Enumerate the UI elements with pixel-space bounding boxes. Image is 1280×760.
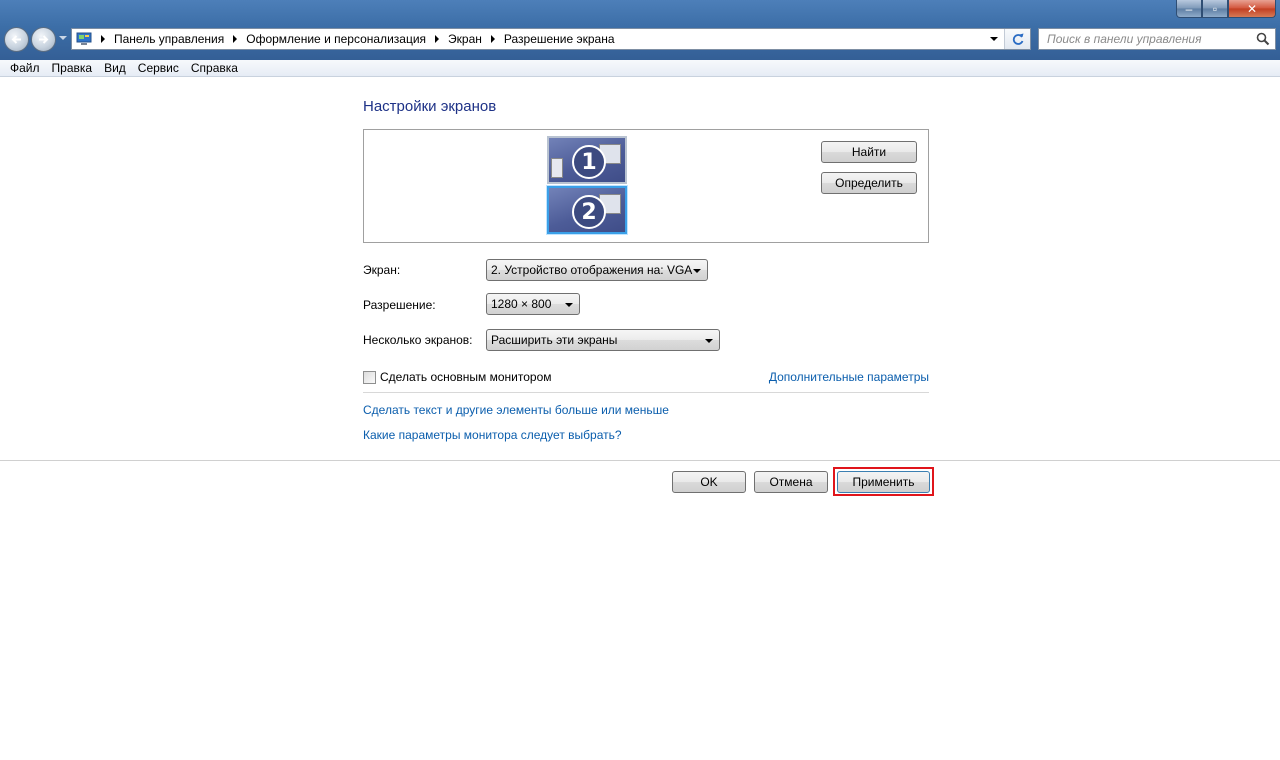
menu-help[interactable]: Справка: [185, 60, 244, 76]
menu-view[interactable]: Вид: [98, 60, 132, 76]
refresh-button[interactable]: [1004, 29, 1030, 49]
chevron-down-icon: [705, 339, 713, 343]
resolution-label: Разрешение:: [363, 298, 436, 312]
display-select-value: 2. Устройство отображения на: VGA: [491, 263, 693, 277]
identify-button[interactable]: Определить: [821, 172, 917, 194]
divider: [363, 392, 929, 393]
menu-bar: Файл Правка Вид Сервис Справка: [0, 60, 1280, 77]
search-icon[interactable]: [1256, 32, 1270, 46]
page-title: Настройки экранов: [363, 98, 497, 115]
ok-button[interactable]: OK: [672, 471, 746, 493]
close-icon: ✕: [1246, 1, 1258, 16]
breadcrumb-separator[interactable]: [490, 35, 495, 43]
chevron-down-icon: [693, 269, 701, 273]
which-settings-link[interactable]: Какие параметры монитора следует выбрать…: [363, 428, 622, 442]
menu-edit[interactable]: Правка: [46, 60, 99, 76]
breadcrumb-control-panel[interactable]: Панель управления: [114, 32, 224, 46]
breadcrumb-separator[interactable]: [101, 35, 105, 43]
forward-button[interactable]: [31, 27, 56, 52]
arrow-left-icon: [11, 35, 21, 44]
multiple-displays-select[interactable]: Расширить эти экраны: [486, 329, 720, 351]
breadcrumb-appearance[interactable]: Оформление и персонализация: [246, 32, 426, 46]
minimize-icon: ‒: [1185, 1, 1193, 16]
find-button[interactable]: Найти: [821, 141, 917, 163]
restore-icon: ▫: [1212, 1, 1218, 16]
make-main-monitor-option[interactable]: Сделать основным монитором: [363, 370, 552, 384]
refresh-icon: [1012, 33, 1023, 45]
recent-pages-dropdown[interactable]: [59, 36, 67, 40]
monitor-number: 2: [572, 195, 606, 229]
breadcrumb-separator[interactable]: [435, 35, 440, 43]
text-size-link[interactable]: Сделать текст и другие элементы больше и…: [363, 403, 669, 417]
back-button[interactable]: [4, 27, 29, 52]
resolution-select-value: 1280 × 800: [491, 297, 552, 311]
minimize-button[interactable]: ‒: [1176, 0, 1202, 18]
monitor-number: 1: [572, 145, 606, 179]
multiple-displays-select-value: Расширить эти экраны: [491, 333, 618, 347]
address-history-dropdown[interactable]: [986, 29, 1002, 49]
chevron-down-icon: [565, 303, 573, 307]
breadcrumb-separator[interactable]: [233, 35, 238, 43]
control-panel-icon: [76, 32, 92, 46]
footer-divider: [0, 460, 1280, 461]
display-select[interactable]: 2. Устройство отображения на: VGA: [486, 259, 708, 281]
resolution-select[interactable]: 1280 × 800: [486, 293, 580, 315]
apply-button[interactable]: Применить: [837, 471, 930, 493]
maximize-button[interactable]: ▫: [1202, 0, 1228, 18]
cancel-button[interactable]: Отмена: [754, 471, 828, 493]
address-bar[interactable]: Панель управления Оформление и персонали…: [71, 28, 1031, 50]
search-box[interactable]: Поиск в панели управления: [1038, 28, 1276, 50]
make-main-monitor-label[interactable]: Сделать основным монитором: [380, 370, 552, 384]
search-placeholder: Поиск в панели управления: [1047, 32, 1202, 46]
arrow-right-icon: [39, 35, 49, 44]
make-main-monitor-checkbox[interactable]: [363, 370, 376, 384]
breadcrumb-screen-resolution[interactable]: Разрешение экрана: [504, 32, 615, 46]
multiple-displays-label: Несколько экранов:: [363, 333, 473, 347]
display-label: Экран:: [363, 263, 401, 277]
close-button[interactable]: ✕: [1228, 0, 1276, 18]
breadcrumb-display[interactable]: Экран: [448, 32, 482, 46]
window-titlebar: Панель управления Оформление и персонали…: [0, 0, 1280, 60]
menu-file[interactable]: Файл: [0, 60, 46, 76]
monitor-1-tile[interactable]: 1: [547, 136, 627, 184]
monitor-2-tile[interactable]: 2: [546, 185, 628, 235]
advanced-settings-link[interactable]: Дополнительные параметры: [769, 370, 929, 384]
menu-tools[interactable]: Сервис: [132, 60, 185, 76]
monitor-device-graphic: [551, 158, 563, 178]
